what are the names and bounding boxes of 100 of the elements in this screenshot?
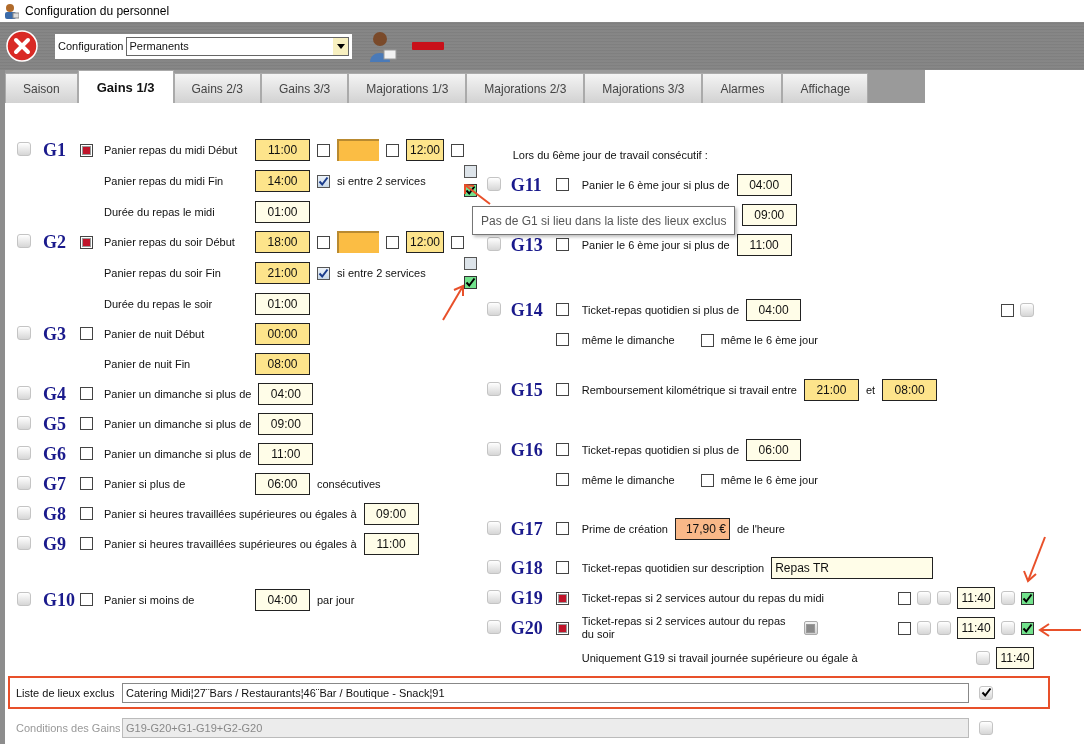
row-checkbox[interactable] bbox=[17, 326, 31, 340]
checkbox[interactable] bbox=[80, 592, 93, 606]
row-checkbox[interactable] bbox=[17, 476, 31, 490]
row-checkbox[interactable] bbox=[486, 177, 501, 191]
config-dropdown[interactable]: Permanents bbox=[126, 36, 349, 56]
row-checkbox[interactable] bbox=[17, 234, 31, 248]
checkbox[interactable] bbox=[386, 235, 399, 249]
time-field[interactable]: 18:00 bbox=[255, 231, 310, 253]
checkbox[interactable] bbox=[898, 591, 911, 605]
time-field[interactable]: 08:00 bbox=[882, 379, 938, 401]
time-field[interactable]: 21:00 bbox=[255, 262, 310, 284]
checkbox[interactable] bbox=[80, 476, 93, 490]
checkbox[interactable] bbox=[555, 560, 569, 574]
time-field[interactable]: 11:00 bbox=[258, 443, 314, 465]
checkbox[interactable] bbox=[555, 302, 569, 316]
tab[interactable]: Majorations 1/3 bbox=[348, 73, 467, 103]
checkbox[interactable] bbox=[898, 621, 911, 635]
time-field[interactable]: 14:00 bbox=[255, 170, 310, 192]
row-checkbox[interactable] bbox=[486, 620, 501, 634]
checkbox[interactable] bbox=[463, 257, 477, 270]
checkbox[interactable] bbox=[317, 174, 330, 188]
checkbox[interactable] bbox=[555, 332, 569, 346]
row-checkbox[interactable] bbox=[486, 237, 501, 251]
close-icon[interactable] bbox=[6, 30, 38, 62]
checkbox[interactable] bbox=[80, 416, 93, 430]
checkbox[interactable] bbox=[80, 446, 93, 460]
time-field[interactable]: 11:00 bbox=[255, 139, 310, 161]
tab[interactable]: Affichage bbox=[782, 73, 869, 103]
time-field[interactable]: 12:00 bbox=[406, 139, 444, 161]
tab[interactable]: Alarmes bbox=[702, 73, 783, 103]
checkbox[interactable] bbox=[555, 521, 569, 535]
checkbox[interactable] bbox=[700, 333, 714, 347]
checkbox[interactable] bbox=[1021, 591, 1034, 605]
tab[interactable]: Majorations 2/3 bbox=[466, 73, 585, 103]
checkbox[interactable] bbox=[317, 235, 330, 249]
checkbox[interactable] bbox=[555, 237, 569, 251]
row-checkbox[interactable] bbox=[486, 442, 501, 456]
row-checkbox[interactable] bbox=[17, 446, 31, 460]
time-field[interactable]: 09:00 bbox=[363, 503, 419, 525]
tab[interactable]: Gains 3/3 bbox=[260, 73, 349, 103]
time-field[interactable]: 11:40 bbox=[957, 617, 995, 639]
checkbox[interactable] bbox=[80, 235, 93, 249]
tab[interactable]: Gains 1/3 bbox=[77, 70, 174, 103]
checkbox[interactable] bbox=[555, 472, 569, 486]
text-field[interactable]: Catering Midi¦27¨Bars / Restaurants¦46¨Bar / Boutique - Snack¦91 bbox=[122, 682, 969, 703]
time-field[interactable]: 11:00 bbox=[363, 533, 419, 555]
time-field[interactable]: 09:00 bbox=[741, 204, 797, 226]
row-checkbox[interactable] bbox=[17, 536, 31, 550]
checkbox[interactable] bbox=[317, 143, 330, 157]
time-field[interactable]: 11:00 bbox=[736, 234, 792, 256]
row-checkbox[interactable] bbox=[17, 386, 31, 400]
checkbox[interactable] bbox=[555, 621, 569, 635]
amount-field[interactable]: 17,90 € bbox=[674, 518, 730, 540]
tab[interactable]: Majorations 3/3 bbox=[584, 73, 703, 103]
checkbox[interactable] bbox=[80, 506, 93, 520]
time-field[interactable]: 11:40 bbox=[957, 587, 995, 609]
row-checkbox[interactable] bbox=[17, 142, 31, 156]
checkbox[interactable] bbox=[555, 591, 569, 605]
time-field[interactable]: 04:00 bbox=[746, 299, 802, 321]
checkbox[interactable] bbox=[80, 536, 93, 550]
tab[interactable]: Saison bbox=[5, 73, 78, 103]
text-field[interactable]: Repas TR bbox=[771, 557, 934, 579]
color-field[interactable] bbox=[337, 231, 379, 253]
checkbox[interactable] bbox=[700, 473, 714, 487]
row-checkbox[interactable] bbox=[486, 560, 501, 574]
time-field[interactable]: 01:00 bbox=[255, 201, 310, 223]
time-field[interactable]: 21:00 bbox=[803, 379, 859, 401]
row-checkbox[interactable] bbox=[17, 506, 31, 520]
checkbox[interactable] bbox=[80, 386, 93, 400]
checkbox[interactable] bbox=[1021, 621, 1034, 635]
row-checkbox[interactable] bbox=[486, 382, 501, 396]
time-field[interactable]: 01:00 bbox=[255, 293, 310, 315]
checkbox[interactable] bbox=[463, 165, 477, 178]
checkbox[interactable] bbox=[80, 326, 93, 340]
time-field[interactable]: 06:00 bbox=[746, 439, 802, 461]
checkbox[interactable] bbox=[463, 276, 477, 289]
person-reading-icon[interactable] bbox=[368, 30, 398, 62]
checkbox[interactable] bbox=[555, 442, 569, 456]
tab[interactable]: Gains 2/3 bbox=[173, 73, 261, 103]
time-field[interactable]: 06:00 bbox=[255, 473, 310, 495]
time-field[interactable]: 08:00 bbox=[255, 353, 310, 375]
time-field[interactable]: 12:00 bbox=[406, 231, 444, 253]
row-checkbox[interactable] bbox=[486, 590, 501, 604]
checkbox[interactable] bbox=[317, 266, 330, 280]
checkbox[interactable] bbox=[803, 621, 818, 635]
row-checkbox[interactable] bbox=[486, 302, 501, 316]
row-checkbox[interactable] bbox=[486, 521, 501, 535]
checkbox[interactable] bbox=[80, 143, 93, 157]
time-field[interactable]: 09:00 bbox=[258, 413, 314, 435]
checkbox[interactable] bbox=[451, 143, 464, 157]
time-field[interactable]: 00:00 bbox=[255, 323, 310, 345]
row-checkbox[interactable] bbox=[17, 592, 31, 606]
time-field[interactable]: 11:40 bbox=[996, 647, 1034, 669]
checkbox[interactable] bbox=[451, 235, 464, 249]
time-field[interactable]: 04:00 bbox=[255, 589, 310, 611]
color-field[interactable] bbox=[337, 139, 379, 161]
time-field[interactable]: 04:00 bbox=[736, 174, 792, 196]
row-checkbox[interactable] bbox=[17, 416, 31, 430]
checkbox[interactable] bbox=[386, 143, 399, 157]
checkbox[interactable] bbox=[555, 177, 569, 191]
